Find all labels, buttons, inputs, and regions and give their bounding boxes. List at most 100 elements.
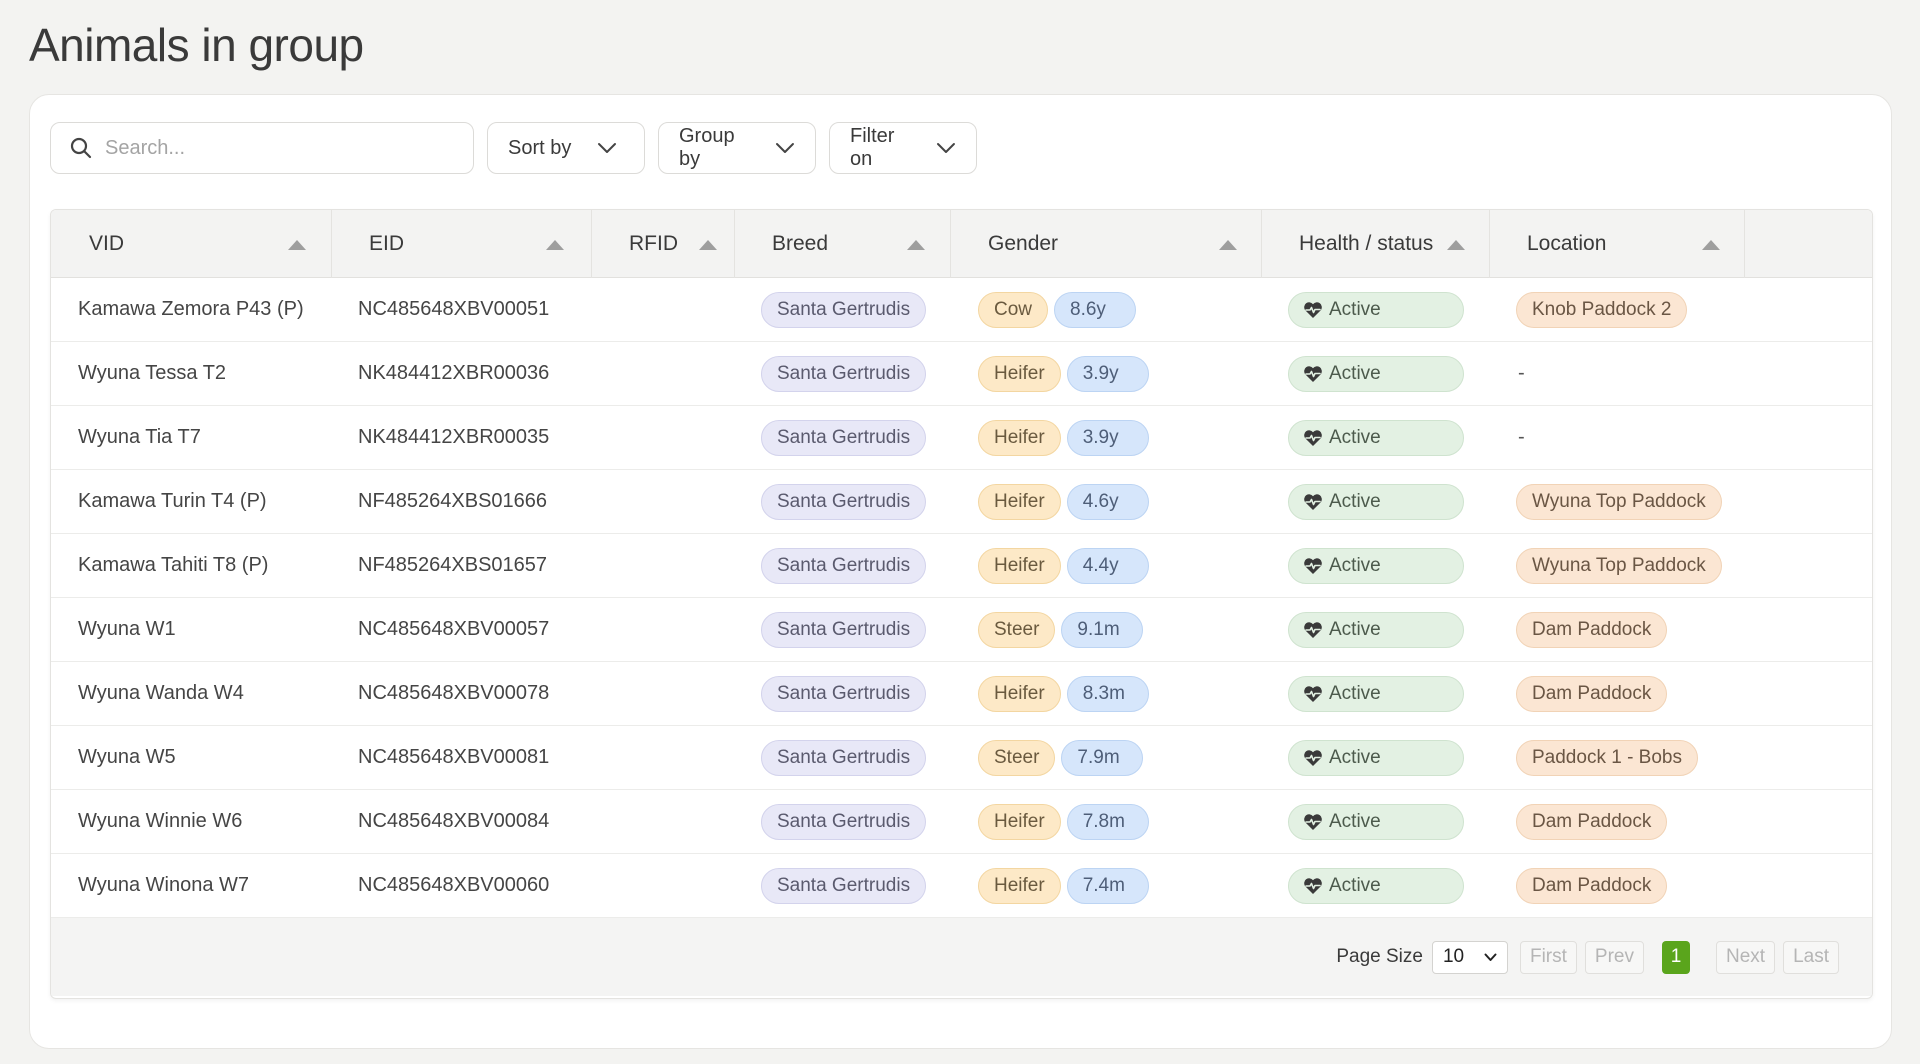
table-body: Kamawa Zemora P43 (P) NC485648XBV00051 San… xyxy=(51,278,1872,918)
cell-breed: Santa Gertrudis xyxy=(735,867,951,904)
heart-pulse-icon xyxy=(1304,493,1322,510)
health-status-badge: Active xyxy=(1288,547,1464,584)
pagination-bar: Page Size 10 First Prev 1 Next Last xyxy=(51,918,1872,996)
table-row[interactable]: Wyuna Tia T7 NK484412XBR00035 Santa Gertru… xyxy=(51,406,1872,470)
table-row[interactable]: Wyuna Wanda W4 NC485648XBV00078 Santa Gert… xyxy=(51,662,1872,726)
cell-vid: Wyuna Winona W7 xyxy=(78,874,249,896)
table-row[interactable]: Wyuna W1 NC485648XBV00057 Santa Gertrudis S… xyxy=(51,598,1872,662)
cell-location: Wyuna Top Paddock xyxy=(1490,547,1745,584)
cell-location: Paddock 1 - Bobs xyxy=(1490,739,1745,776)
breed-badge: Santa Gertrudis xyxy=(761,355,927,392)
last-page-button[interactable]: Last xyxy=(1783,940,1839,974)
table-row[interactable]: Kamawa Zemora P43 (P) NC485648XBV00051 San… xyxy=(51,278,1872,342)
age-badge: 9.1m xyxy=(1061,611,1144,648)
sort-up-icon[interactable] xyxy=(1702,240,1720,250)
column-header-eid[interactable]: EID xyxy=(332,210,592,278)
chevron-down-icon xyxy=(937,143,956,153)
column-header-rfid[interactable]: RFID xyxy=(592,210,735,278)
group-by-dropdown[interactable]: Group by xyxy=(658,122,816,174)
sort-up-icon[interactable] xyxy=(1447,240,1465,250)
page-size-select[interactable]: 10 xyxy=(1431,940,1508,974)
column-header-location[interactable]: Location xyxy=(1490,210,1745,278)
heart-pulse-icon xyxy=(1304,557,1322,574)
search-box[interactable] xyxy=(50,122,474,174)
age-badge: 7.9m xyxy=(1061,739,1144,776)
cell-vid: Wyuna W1 xyxy=(78,618,176,640)
sort-up-icon[interactable] xyxy=(1219,240,1237,250)
heart-pulse-icon xyxy=(1304,301,1322,318)
table-row[interactable]: Kamawa Turin T4 (P) NF485264XBS01666 Santa… xyxy=(51,470,1872,534)
column-header-gender[interactable]: Gender xyxy=(951,210,1262,278)
health-status-badge: Active xyxy=(1288,867,1464,904)
table-header: VID EID RFID Breed Gender Health / statu… xyxy=(51,210,1872,278)
sort-by-dropdown[interactable]: Sort by xyxy=(487,122,645,174)
sort-up-icon[interactable] xyxy=(907,240,925,250)
age-badge: 4.6y xyxy=(1066,483,1149,520)
cell-eid: NK484412XBR00035 xyxy=(358,426,550,448)
sort-up-icon[interactable] xyxy=(546,240,564,250)
age-badge: 3.9y xyxy=(1066,355,1149,392)
sort-up-icon[interactable] xyxy=(288,240,306,250)
page-size-label: Page Size xyxy=(1336,946,1423,967)
cell-eid: NC485648XBV00057 xyxy=(358,618,550,640)
health-status-badge: Active xyxy=(1288,739,1464,776)
cell-gender: Heifer 8.3m xyxy=(951,675,1262,712)
table-row[interactable]: Wyuna Winona W7 NC485648XBV00060 Santa Ger… xyxy=(51,854,1872,918)
health-status-label: Active xyxy=(1329,298,1381,320)
health-status-badge: Active xyxy=(1288,355,1464,392)
cell-location: Dam Paddock xyxy=(1490,675,1745,712)
cell-eid: NC485648XBV00051 xyxy=(358,298,550,320)
column-header-label: Health / status xyxy=(1299,232,1434,255)
column-header-vid[interactable]: VID xyxy=(51,210,332,278)
cell-health: Active xyxy=(1262,483,1490,520)
animals-card: Sort by Group by Filter on VID EID RFID … xyxy=(29,94,1892,1049)
cell-vid: Wyuna Winnie W6 xyxy=(78,810,243,832)
next-page-button[interactable]: Next xyxy=(1716,940,1776,974)
health-status-label: Active xyxy=(1329,810,1381,832)
health-status-badge: Active xyxy=(1288,419,1464,456)
cell-breed: Santa Gertrudis xyxy=(735,291,951,328)
age-badge: 7.8m xyxy=(1066,803,1149,840)
table-row[interactable]: Wyuna W5 NC485648XBV00081 Santa Gertrudis S… xyxy=(51,726,1872,790)
cell-gender: Heifer 3.9y xyxy=(951,419,1262,456)
age-badge: 3.9y xyxy=(1066,419,1149,456)
cell-health: Active xyxy=(1262,739,1490,776)
column-header-health[interactable]: Health / status xyxy=(1262,210,1490,278)
chevron-down-icon xyxy=(776,143,795,153)
sort-by-label: Sort by xyxy=(508,136,572,159)
column-header-label: Location xyxy=(1527,232,1607,255)
location-badge: Paddock 1 - Bobs xyxy=(1516,739,1698,776)
cell-breed: Santa Gertrudis xyxy=(735,483,951,520)
cell-location: Dam Paddock xyxy=(1490,803,1745,840)
location-badge: Dam Paddock xyxy=(1516,803,1668,840)
heart-pulse-icon xyxy=(1304,813,1322,830)
chevron-down-icon xyxy=(598,143,617,153)
column-header-breed[interactable]: Breed xyxy=(735,210,951,278)
heart-pulse-icon xyxy=(1304,621,1322,638)
cell-location: - xyxy=(1490,426,1745,449)
cell-eid: NC485648XBV00081 xyxy=(358,746,550,768)
cell-gender: Heifer 7.8m xyxy=(951,803,1262,840)
toolbar: Sort by Group by Filter on xyxy=(50,122,977,174)
group-by-label: Group by xyxy=(679,125,735,170)
current-page-button[interactable]: 1 xyxy=(1662,940,1690,974)
cell-vid: Wyuna Tessa T2 xyxy=(78,362,227,384)
table-row[interactable]: Wyuna Winnie W6 NC485648XBV00084 Santa Ger… xyxy=(51,790,1872,854)
prev-page-button[interactable]: Prev xyxy=(1584,940,1644,974)
filter-on-dropdown[interactable]: Filter on xyxy=(829,122,977,174)
first-page-button[interactable]: First xyxy=(1519,940,1577,974)
column-header-label: RFID xyxy=(629,232,678,255)
cell-health: Active xyxy=(1262,419,1490,456)
cell-health: Active xyxy=(1262,291,1490,328)
sex-badge: Heifer xyxy=(978,867,1061,904)
cell-eid: NF485264XBS01657 xyxy=(358,554,548,576)
table-row[interactable]: Kamawa Tahiti T8 (P) NF485264XBS01657 Sant… xyxy=(51,534,1872,598)
health-status-label: Active xyxy=(1329,746,1381,768)
sort-up-icon[interactable] xyxy=(699,240,717,250)
cell-health: Active xyxy=(1262,803,1490,840)
page-title: Animals in group xyxy=(29,19,364,71)
cell-eid: NF485264XBS01666 xyxy=(358,490,548,512)
table-row[interactable]: Wyuna Tessa T2 NK484412XBR00036 Santa Gert… xyxy=(51,342,1872,406)
breed-badge: Santa Gertrudis xyxy=(761,867,927,904)
search-input[interactable] xyxy=(105,136,435,160)
